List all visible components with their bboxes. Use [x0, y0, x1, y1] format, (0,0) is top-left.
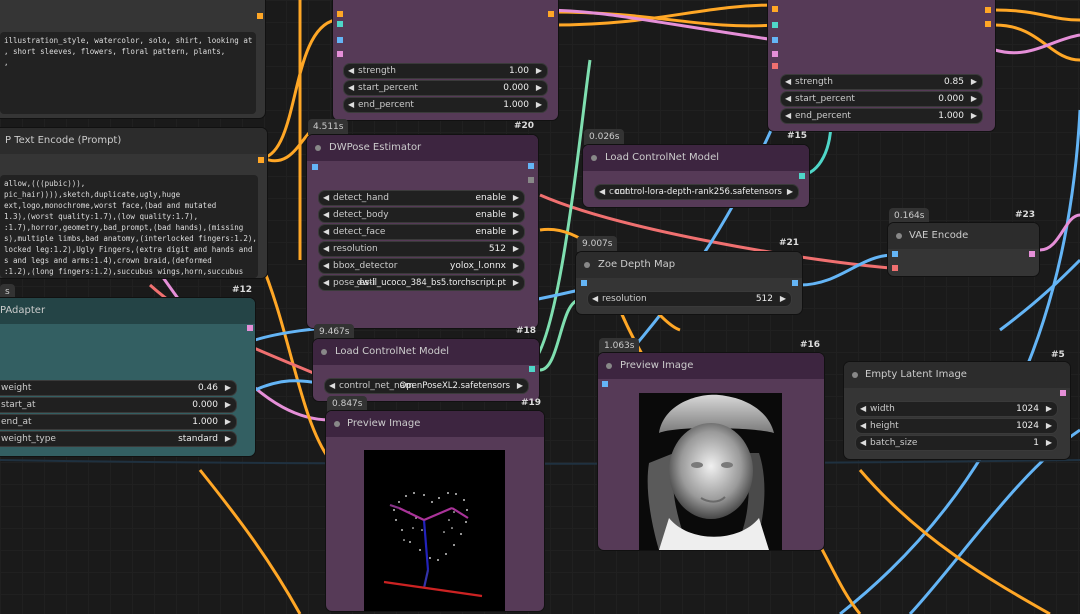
- output-slot[interactable]: [985, 7, 991, 13]
- node-timing: 9.007s: [577, 236, 618, 252]
- weight-type-widget[interactable]: weight_type standard ▶: [0, 431, 237, 447]
- node-title: Empty Latent Image: [844, 362, 1070, 388]
- input-slot[interactable]: [892, 265, 898, 271]
- node-id: #19: [521, 398, 542, 408]
- end-percent-widget[interactable]: ◀ end_percent 1.000 ▶: [780, 108, 983, 124]
- output-slot[interactable]: [528, 177, 534, 183]
- input-slot[interactable]: [581, 280, 587, 286]
- node-id: #16: [800, 340, 821, 350]
- input-slot[interactable]: [772, 37, 778, 43]
- output-slot[interactable]: [528, 163, 534, 169]
- controlnet-apply-node-a[interactable]: ◀ strength 1.00 ▶ ◀ start_percent 0.000 ▶ ◀ e…: [333, 0, 558, 120]
- clip-text-encode-node[interactable]: P Text Encode (Prompt) allow,(((pubic)))…: [0, 128, 267, 278]
- node-timing: 9.467s: [314, 324, 355, 340]
- node-title: PAdapter: [0, 298, 255, 324]
- pose-preview-image: [364, 450, 505, 611]
- wire: [858, 469, 1051, 614]
- output-slot[interactable]: [257, 13, 263, 19]
- output-slot[interactable]: [247, 325, 253, 331]
- input-slot[interactable]: [312, 164, 318, 170]
- pose-estimator-widget[interactable]: ◀ pose_esti dw-ll_ucoco_384_bs5.torchscri…: [318, 275, 525, 291]
- node-title: DWPose Estimator: [307, 135, 538, 161]
- wire: [994, 23, 1080, 62]
- node-id: #5: [1051, 350, 1065, 360]
- node-id: #15: [787, 131, 808, 141]
- end-percent-widget[interactable]: ◀ end_percent 1.000 ▶: [343, 97, 548, 113]
- strength-widget[interactable]: ◀ strength 0.85 ▶: [780, 74, 983, 90]
- weight-widget[interactable]: weight 0.46 ▶: [0, 380, 237, 396]
- start-at-widget[interactable]: start_at 0.000 ▶: [0, 397, 237, 413]
- node-title: Load ControlNet Model: [313, 339, 539, 365]
- input-slot[interactable]: [602, 381, 608, 387]
- empty-latent-image-node[interactable]: Empty Latent Image ◀ width 1024 ▶ ◀ height …: [844, 362, 1070, 459]
- height-widget[interactable]: ◀ height 1024 ▶: [855, 418, 1058, 434]
- node-title: Preview Image: [326, 411, 544, 437]
- resolution-widget[interactable]: ◀ resolution 512 ▶: [318, 241, 525, 257]
- node-timing: 0.026s: [584, 129, 625, 145]
- input-slot[interactable]: [337, 11, 343, 17]
- node-id: #21: [779, 238, 800, 248]
- input-slot[interactable]: [337, 51, 343, 57]
- node-timing: 1.063s: [599, 338, 640, 354]
- ipadapter-node[interactable]: PAdapter weight 0.46 ▶ start_at 0.000 ▶ …: [0, 298, 255, 456]
- input-slot[interactable]: [337, 21, 343, 27]
- input-slot[interactable]: [892, 251, 898, 257]
- output-slot[interactable]: [985, 21, 991, 27]
- load-controlnet-node-15[interactable]: Load ControlNet Model ◀ cont control-lora…: [583, 145, 809, 207]
- depth-map-graphic: [647, 394, 774, 550]
- bbox-detector-widget[interactable]: ◀ bbox_detector yolox_l.onnx ▶: [318, 258, 525, 274]
- node-title: P Text Encode (Prompt): [0, 128, 267, 154]
- resolution-widget[interactable]: ◀ resolution 512 ▶: [587, 291, 792, 307]
- node-id: #18: [516, 326, 537, 336]
- strength-widget[interactable]: ◀ strength 1.00 ▶: [343, 63, 548, 79]
- node-timing: 4.511s: [308, 119, 349, 135]
- node-title: Zoe Depth Map: [576, 252, 802, 278]
- wire: [994, 8, 1080, 22]
- zoe-depth-map-node[interactable]: Zoe Depth Map ◀ resolution 512 ▶: [576, 252, 802, 314]
- detect-hand-widget[interactable]: ◀ detect_hand enable ▶: [318, 190, 525, 206]
- prompt-textarea[interactable]: illustration_style, watercolor, solo, sh…: [0, 32, 256, 114]
- node-timing: 0.847s: [327, 396, 368, 412]
- detect-face-widget[interactable]: ◀ detect_face enable ▶: [318, 224, 525, 240]
- end-at-widget[interactable]: end_at 1.000 ▶: [0, 414, 237, 430]
- preview-image-node-16[interactable]: Preview Image: [598, 353, 824, 550]
- input-slot[interactable]: [772, 6, 778, 12]
- vae-encode-node[interactable]: VAE Encode: [888, 223, 1039, 276]
- output-slot[interactable]: [792, 280, 798, 286]
- depth-map-preview-image: [639, 393, 782, 550]
- wire: [198, 469, 302, 614]
- node-timing: 0.164s: [889, 208, 930, 224]
- start-percent-widget[interactable]: ◀ start_percent 0.000 ▶: [780, 91, 983, 107]
- output-slot[interactable]: [799, 173, 805, 179]
- output-slot[interactable]: [548, 11, 554, 17]
- batch-size-widget[interactable]: ◀ batch_size 1 ▶: [855, 435, 1058, 451]
- node-id: #20: [514, 121, 535, 131]
- controlnet-name-widget[interactable]: ◀ cont control-lora-depth-rank256.safeten…: [594, 184, 799, 200]
- prompt-node-top[interactable]: illustration_style, watercolor, solo, sh…: [0, 0, 265, 118]
- output-slot[interactable]: [1060, 390, 1066, 396]
- node-title: Preview Image: [598, 353, 824, 379]
- input-slot[interactable]: [772, 51, 778, 57]
- load-controlnet-node-18[interactable]: Load ControlNet Model ◀ control_net_nam O…: [313, 339, 539, 401]
- prompt-textarea[interactable]: allow,(((pubic))), pic_hair)))),sketch,d…: [0, 175, 258, 278]
- output-slot[interactable]: [1029, 251, 1035, 257]
- start-percent-widget[interactable]: ◀ start_percent 0.000 ▶: [343, 80, 548, 96]
- detect-body-widget[interactable]: ◀ detect_body enable ▶: [318, 207, 525, 223]
- node-title: Load ControlNet Model: [583, 145, 809, 171]
- preview-image-node-19[interactable]: Preview Image: [326, 411, 544, 611]
- pose-skeleton-graphic: [383, 492, 483, 598]
- input-slot[interactable]: [772, 22, 778, 28]
- input-slot[interactable]: [337, 37, 343, 43]
- wire: [1039, 213, 1080, 252]
- controlnet-name-widget[interactable]: ◀ control_net_nam OpenPoseXL2.safetensors…: [324, 378, 529, 394]
- input-slot[interactable]: [772, 63, 778, 69]
- node-id: #12: [232, 285, 253, 295]
- node-title: VAE Encode: [888, 223, 1039, 249]
- output-slot[interactable]: [258, 157, 264, 163]
- output-slot[interactable]: [529, 366, 535, 372]
- dwpose-estimator-node[interactable]: DWPose Estimator ◀ detect_hand enable ▶ ◀ d…: [307, 135, 538, 328]
- node-id: #23: [1015, 210, 1036, 220]
- width-widget[interactable]: ◀ width 1024 ▶: [855, 401, 1058, 417]
- controlnet-apply-node-b[interactable]: ◀ strength 0.85 ▶ ◀ start_percent 0.000 ▶ ◀ e…: [768, 0, 995, 131]
